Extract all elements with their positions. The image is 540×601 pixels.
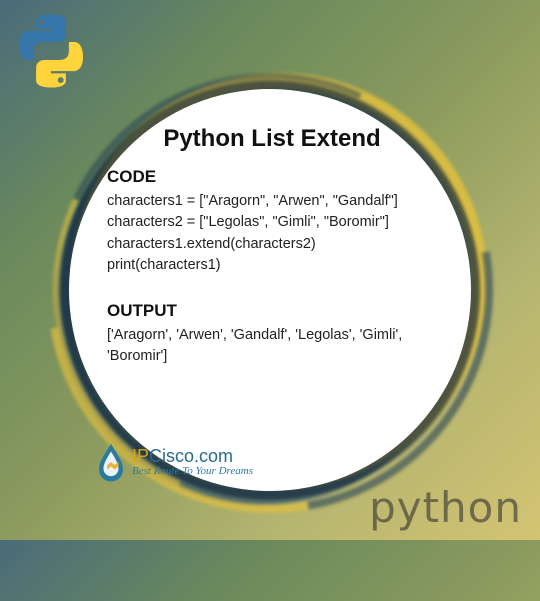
- ipcisco-name: IPCisco.com: [132, 447, 253, 466]
- ipcisco-brand: IPCisco.com Best Route To Your Dreams: [96, 442, 253, 482]
- card-body: Python List Extend CODE characters1 = ["…: [69, 89, 471, 491]
- ipcisco-tagline: Best Route To Your Dreams: [132, 466, 253, 478]
- output-heading: OUTPUT: [107, 301, 443, 321]
- output-block: ['Aragorn', 'Arwen', 'Gandalf', 'Legolas…: [107, 325, 443, 368]
- code-heading: CODE: [107, 167, 443, 187]
- content-card: Python List Extend CODE characters1 = ["…: [55, 75, 485, 505]
- code-block: characters1 = ["Aragorn", "Arwen", "Gand…: [107, 191, 443, 277]
- drop-icon: [96, 442, 126, 482]
- page-title: Python List Extend: [101, 125, 443, 153]
- python-watermark: python: [369, 483, 522, 532]
